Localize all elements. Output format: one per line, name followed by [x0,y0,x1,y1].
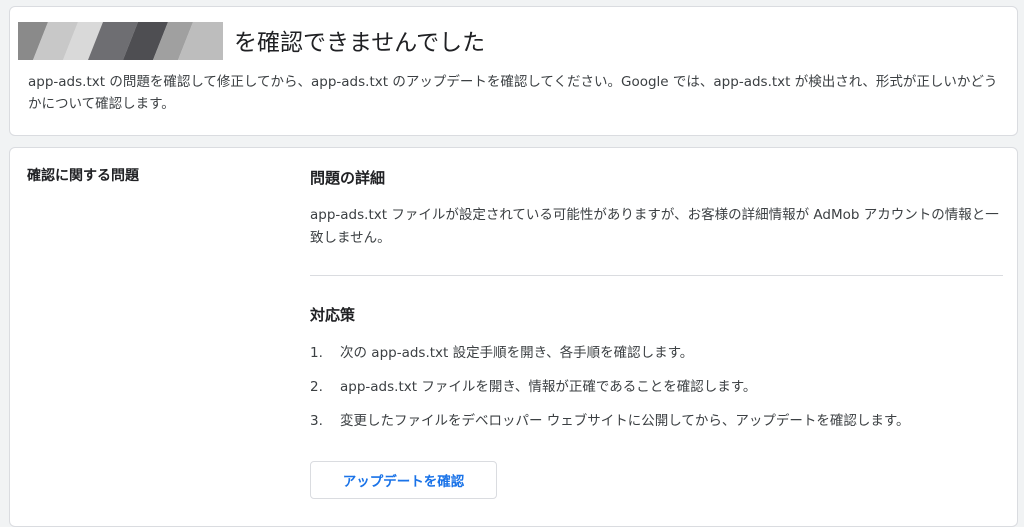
section-divider [310,275,1003,276]
header-card: を確認できませんでした app-ads.txt の問題を確認して修正してから、a… [9,6,1018,136]
step-text: 変更したファイルをデベロッパー ウェブサイトに公開してから、アップデートを確認し… [340,413,910,429]
issue-category-label: 確認に関する問題 [27,168,139,184]
step-number: 1. [310,345,323,361]
app-name-banner-image [18,22,223,60]
step-number: 2. [310,379,323,395]
solution-step: 3. 変更したファイルをデベロッパー ウェブサイトに公開してから、アップデートを… [310,410,1010,444]
issue-details-text: app-ads.txt ファイルが設定されている可能性がありますが、お客様の詳細… [310,207,999,246]
step-text: 次の app-ads.txt 設定手順を開き、各手順を確認します。 [340,345,694,361]
solution-step: 2. app-ads.txt ファイルを開き、情報が正確であることを確認します。 [310,376,1010,410]
issue-card: 確認に関する問題 問題の詳細 app-ads.txt ファイルが設定されている可… [9,147,1018,527]
page-title: を確認できませんでした [234,30,486,56]
step-number: 3. [310,413,323,429]
page-description: app-ads.txt の問題を確認して修正してから、app-ads.txt の… [28,74,998,112]
solution-step: 1. 次の app-ads.txt 設定手順を開き、各手順を確認します。 [310,342,1010,376]
issue-details-title: 問題の詳細 [310,169,386,187]
solution-steps-list: 1. 次の app-ads.txt 設定手順を開き、各手順を確認します。 2. … [310,342,1010,444]
solution-title: 対応策 [310,306,356,324]
check-for-updates-button[interactable]: アップデートを確認 [310,461,497,499]
step-text: app-ads.txt ファイルを開き、情報が正確であることを確認します。 [340,379,757,395]
